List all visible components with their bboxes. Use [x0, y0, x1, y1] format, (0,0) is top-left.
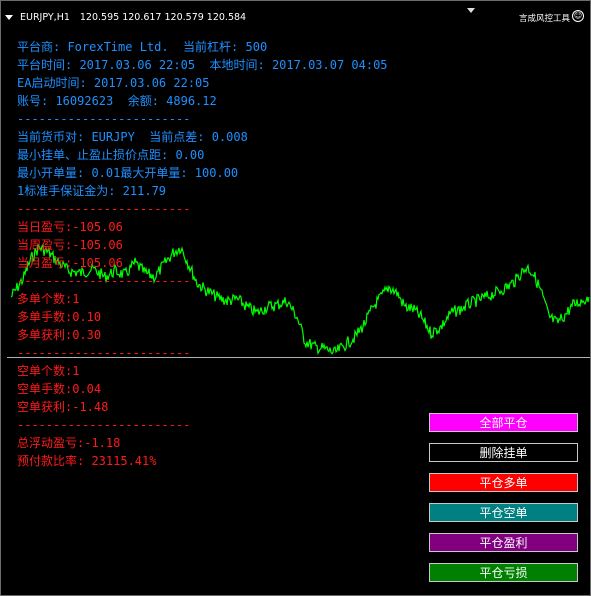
ea-name: 言成风控工具 — [518, 14, 570, 24]
ea-start-time: EA启动时间: 2017.03.06 22:05 — [17, 76, 210, 90]
floating-pl: 总浮动盈亏:-1.18 — [17, 436, 121, 450]
account-info: 账号: 16092623 余额: 4896.12 — [17, 94, 217, 108]
close-loss-button[interactable]: 平仓亏损 — [429, 563, 578, 582]
platform-time: 平台时间: 2017.03.06 22:05 本地时间: 2017.03.07 … — [17, 58, 388, 72]
lot-limits: 最小开单量: 0.01最大开单量: 100.00 — [17, 166, 239, 180]
bid-price-line — [7, 357, 590, 358]
close-long-button[interactable]: 平仓多单 — [429, 473, 578, 492]
short-count: 空单个数:1 — [17, 364, 80, 378]
chart-shift-marker-icon[interactable] — [467, 8, 475, 13]
week-pl: 当周盈亏:-105.06 — [17, 238, 123, 252]
long-profit: 多单获利:0.30 — [17, 328, 102, 342]
triangle-down-icon[interactable] — [5, 14, 13, 20]
min-stop-distance: 最小挂单、止盈止损价点距: 0.00 — [17, 148, 205, 162]
pair-spread: 当前货币对: EURJPY 当前点差: 0.008 — [17, 130, 248, 144]
chart-title: EURJPY,H1 — [20, 11, 70, 23]
chart-header: EURJPY,H1 120.595 120.617 120.579 120.58… — [5, 10, 246, 24]
close-profit-button[interactable]: 平仓盈利 — [429, 533, 578, 552]
separator: ------------------------ — [17, 112, 191, 126]
separator: ------------------------ — [17, 274, 191, 288]
margin-per-lot: 1标准手保证金为: 211.79 — [17, 184, 167, 198]
chart-ohlc: 120.595 120.617 120.579 120.584 — [79, 11, 247, 23]
separator: ------------------------ — [17, 418, 191, 432]
long-count: 多单个数:1 — [17, 292, 80, 306]
delete-pending-button[interactable]: 删除挂单 — [429, 443, 578, 462]
close-all-button[interactable]: 全部平仓 — [429, 413, 578, 432]
short-lots: 空单手数:0.04 — [17, 382, 102, 396]
month-pl: 当月盈亏:-105.06 — [17, 256, 123, 270]
short-profit: 空单获利:-1.48 — [17, 400, 109, 414]
smiley-icon[interactable]: ☺ — [572, 10, 584, 22]
separator: ------------------------ — [17, 202, 191, 216]
close-short-button[interactable]: 平仓空单 — [429, 503, 578, 522]
margin-ratio: 预付款比率: 23115.41% — [17, 454, 157, 468]
long-lots: 多单手数:0.10 — [17, 310, 102, 324]
chart-window[interactable]: EURJPY,H1 120.595 120.617 120.579 120.58… — [0, 0, 591, 596]
day-pl: 当日盈亏:-105.06 — [17, 220, 123, 234]
platform-info: 平台商: ForexTime Ltd. 当前杠杆: 500 — [17, 40, 268, 54]
